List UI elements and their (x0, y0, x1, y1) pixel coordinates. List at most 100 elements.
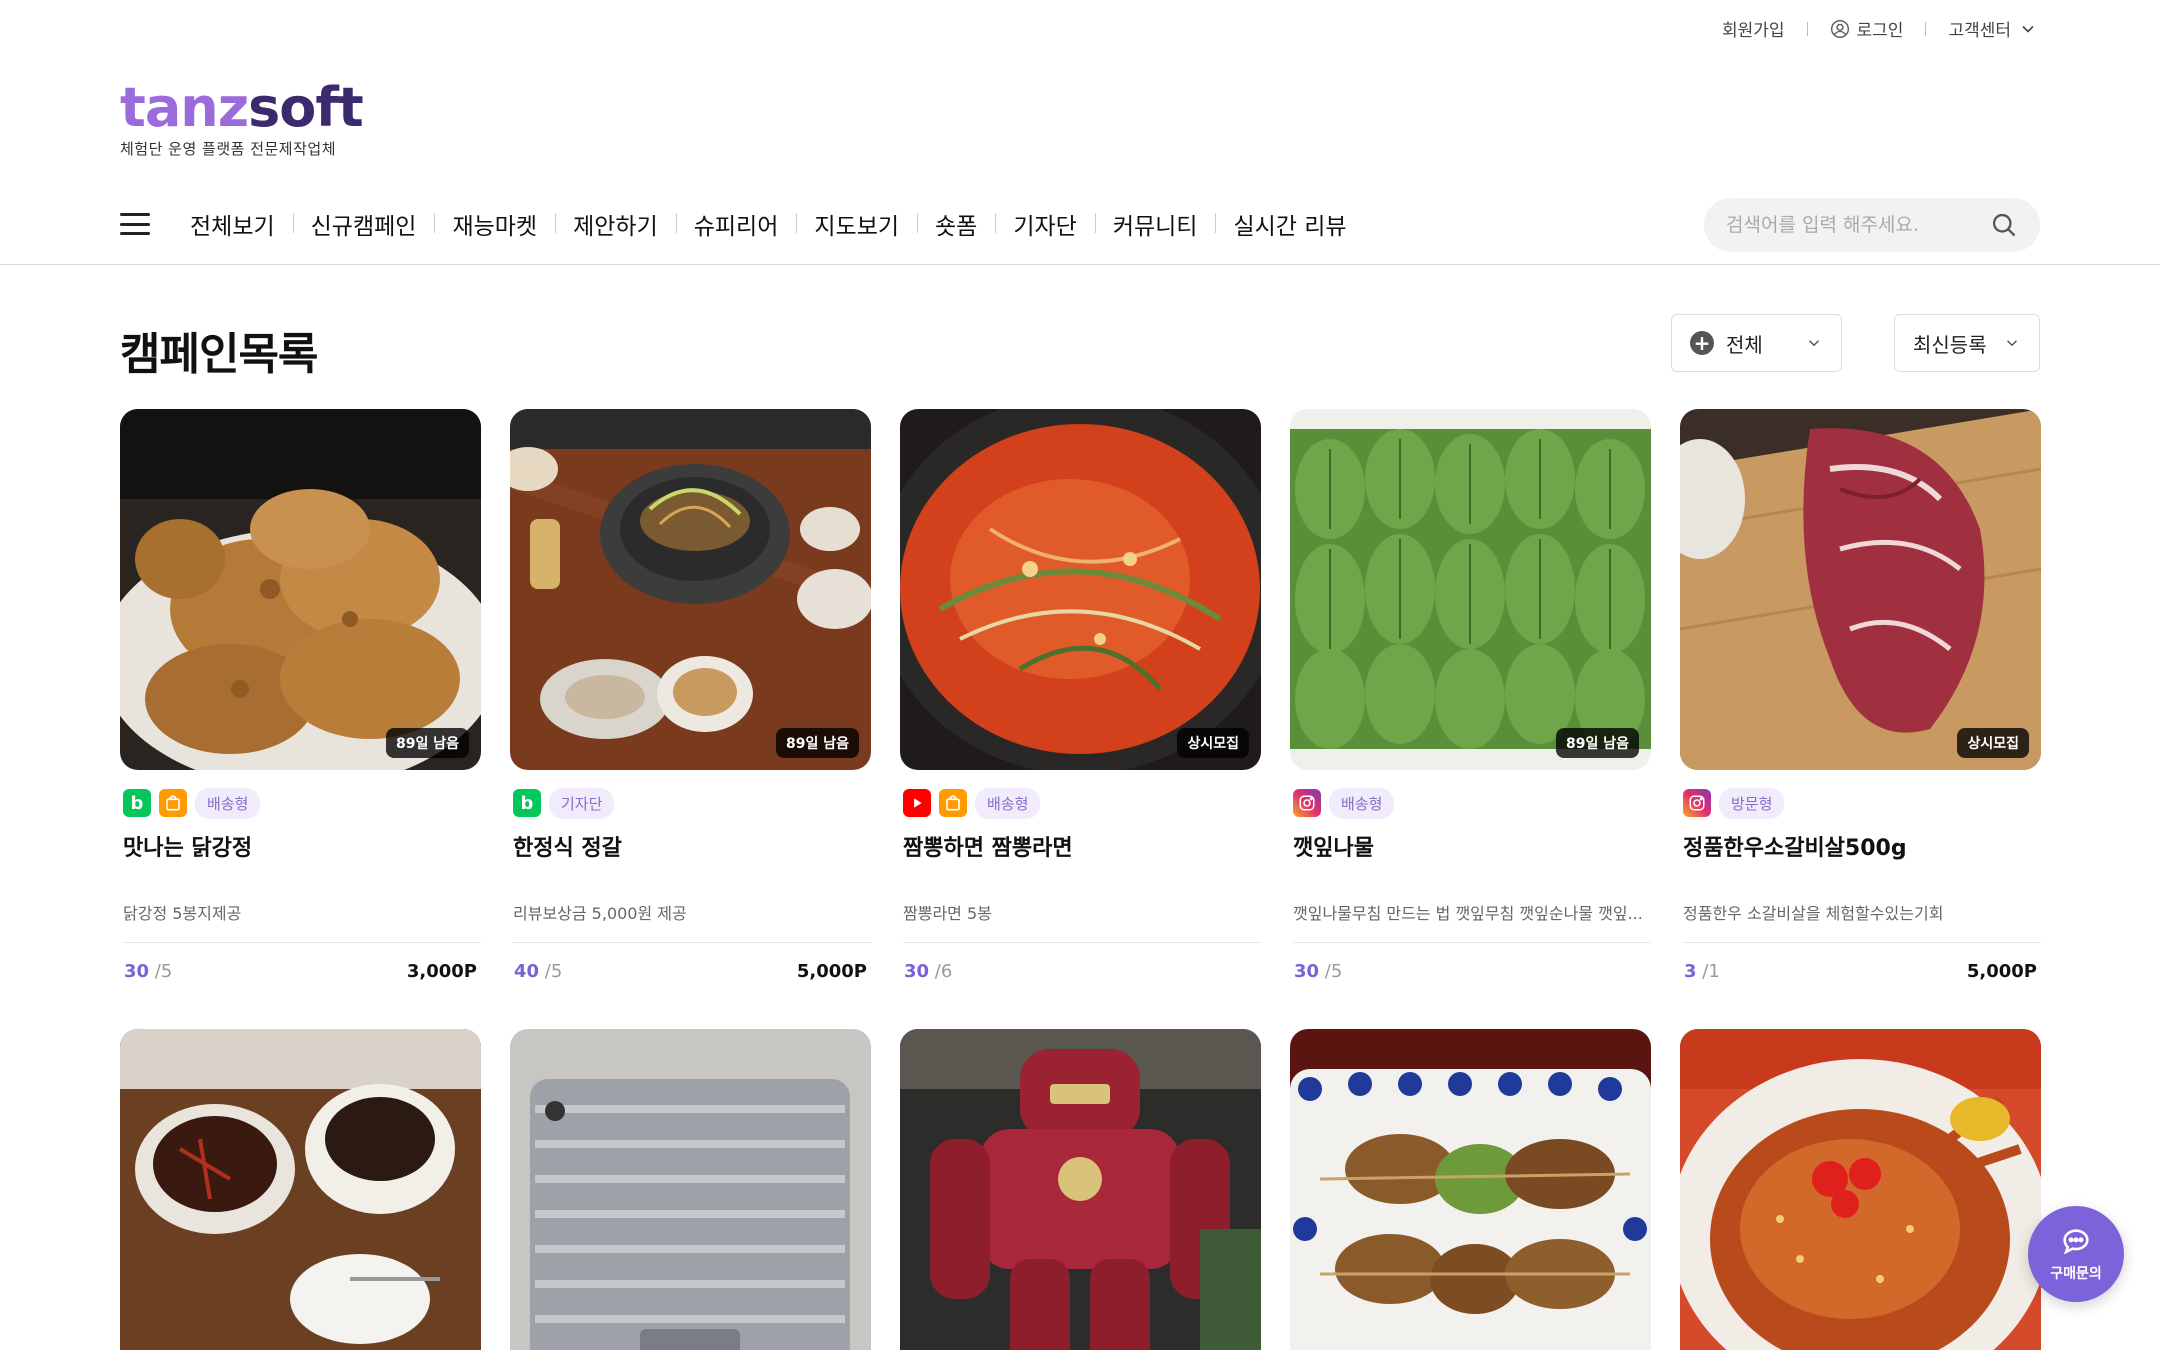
reward-points: 5,000P (796, 961, 867, 982)
logo[interactable]: tanzsoft 체험단 운영 플랫폼 전문제작업체 (120, 80, 364, 159)
instagram-icon (1683, 789, 1711, 817)
campaign-title[interactable]: 정품한우소갈비살500g (1683, 830, 2041, 862)
logo-wordmark: tanzsoft (120, 80, 364, 136)
login-link[interactable]: 로그인 (1830, 16, 1904, 41)
beef-rib-photo (1680, 409, 2041, 770)
main-nav: 전체보기 신규캠페인 재능마켓 제안하기 슈피리어 지도보기 숏폼 기자단 커뮤… (120, 204, 1365, 244)
channel-badges: 배송형 (903, 787, 1261, 819)
campaign-image[interactable]: 89일 남음 (1290, 409, 1651, 770)
signup-link[interactable]: 회원가입 (1722, 16, 1785, 41)
campaign-type-tag: 배송형 (1329, 787, 1395, 819)
campaign-image[interactable] (1290, 1029, 1651, 1350)
search-bar (1704, 198, 2040, 252)
channel-badges: 배송형 (1293, 787, 1651, 819)
campaign-footer: 30 /5 (1290, 961, 1651, 982)
campaign-image[interactable]: 상시모집 (900, 409, 1261, 770)
korean-table-photo (510, 409, 871, 770)
applicant-count: 40 /5 (514, 961, 562, 982)
user-circle-icon (1830, 19, 1849, 38)
campaign-image[interactable] (900, 1029, 1261, 1350)
nav-item-new-campaign[interactable]: 신규캠페인 (292, 207, 435, 241)
nav-item-community[interactable]: 커뮤니티 (1094, 207, 1216, 241)
nav-item-reporters[interactable]: 기자단 (995, 207, 1094, 241)
campaign-image[interactable] (1680, 1029, 2041, 1350)
chevron-down-icon (1808, 340, 1820, 347)
search-icon[interactable] (1990, 211, 2018, 239)
period-badge: 89일 남음 (1556, 728, 1639, 758)
campaign-card[interactable] (900, 1029, 1261, 1350)
campaign-card[interactable]: 상시모집 방문형 정품한우소갈비살500g 정품한우 소갈비살을 체험할수있는기… (1680, 409, 2041, 982)
nav-item-superior[interactable]: 슈피리어 (675, 207, 797, 241)
campaign-card[interactable]: 89일 남음 b 기자단 한정식 정갈 리뷰보상금 5,000원 제공 40 /… (510, 409, 871, 982)
sort-value: 최신등록 (1913, 332, 1987, 357)
campaign-title[interactable]: 깻잎나물 (1293, 830, 1651, 862)
recruit-total: /5 (1324, 961, 1343, 982)
campaign-title[interactable]: 짬뽕하면 짬뽕라면 (903, 830, 1261, 862)
campaign-card[interactable] (1680, 1029, 2041, 1350)
divider (1925, 21, 1927, 36)
page-title: 캠페인목록 (120, 329, 318, 380)
yakitori-photo (1290, 1029, 1651, 1350)
recruit-total: /6 (934, 961, 953, 982)
channel-badges: b 기자단 (513, 787, 871, 819)
chevron-down-icon (2006, 340, 2018, 347)
campaign-image[interactable]: 89일 남음 (510, 409, 871, 770)
crab-dish-photo (1680, 1029, 2041, 1350)
applicant-count: 30 /6 (904, 961, 952, 982)
campaign-type-tag: 방문형 (1719, 787, 1785, 819)
campaign-image[interactable] (510, 1029, 871, 1350)
youtube-icon (903, 789, 931, 817)
fried-chicken-photo (120, 409, 481, 770)
nav-item-talent-market[interactable]: 재능마켓 (434, 207, 555, 241)
campaign-description: 리뷰보상금 5,000원 제공 (513, 900, 871, 943)
campaign-card[interactable]: 상시모집 배송형 짬뽕하면 짬뽕라면 짬뽕라면 5봉 30 /6 (900, 409, 1261, 982)
campaign-card[interactable] (1290, 1029, 1651, 1350)
recruit-total: /5 (154, 961, 173, 982)
reward-points: 5,000P (1966, 961, 2037, 982)
campaign-description: 닭강정 5봉지제공 (123, 900, 481, 943)
purchase-inquiry-button[interactable]: 구매문의 (2028, 1206, 2124, 1302)
nav-item-live-review[interactable]: 실시간 리뷰 (1215, 207, 1364, 241)
nav-item-all[interactable]: 전체보기 (172, 207, 293, 241)
campaign-title[interactable]: 한정식 정갈 (513, 830, 871, 862)
type-filter-value: 전체 (1726, 332, 1763, 357)
campaign-image[interactable]: 상시모집 (1680, 409, 2041, 770)
campaign-footer: 30 /6 (900, 961, 1261, 982)
campaign-card[interactable] (510, 1029, 871, 1350)
jjamppong-ramen-photo (900, 409, 1261, 770)
applicant-count-value: 30 (124, 961, 150, 982)
campaign-footer: 3 /1 5,000P (1680, 961, 2041, 982)
support-menu[interactable]: 고객센터 (1948, 16, 2038, 41)
support-label: 고객센터 (1948, 21, 2011, 41)
login-label: 로그인 (1856, 21, 1904, 41)
campaign-description: 짬뽕라면 5봉 (903, 900, 1261, 943)
hulkbuster-figure-photo (900, 1029, 1261, 1350)
nav-item-propose[interactable]: 제안하기 (555, 207, 676, 241)
type-filter-dropdown[interactable]: + 전체 (1671, 314, 1842, 372)
channel-badges: b 배송형 (123, 787, 481, 819)
perilla-leaves-photo (1290, 409, 1651, 770)
campaign-card[interactable]: 89일 남음 b 배송형 맛나는 닭강정 닭강정 5봉지제공 30 /5 3,0… (120, 409, 481, 982)
campaign-title[interactable]: 맛나는 닭강정 (123, 830, 481, 862)
campaign-card[interactable] (120, 1029, 481, 1350)
campaign-footer: 40 /5 5,000P (510, 961, 871, 982)
campaign-type-tag: 기자단 (549, 787, 615, 819)
search-input[interactable] (1726, 214, 1990, 236)
hamburger-menu-icon[interactable] (120, 213, 150, 235)
applicant-count-value: 30 (1294, 961, 1320, 982)
period-badge: 상시모집 (1957, 728, 2029, 758)
nav-item-map[interactable]: 지도보기 (796, 207, 917, 241)
campaign-description: 정품한우 소갈비살을 체험할수있는기회 (1683, 900, 2041, 943)
nav-item-shortform[interactable]: 숏폼 (917, 207, 995, 241)
campaign-card[interactable]: 89일 남음 배송형 깻잎나물 깻잎나물무침 만드는 법 깻잎무침 깻잎순나물 … (1290, 409, 1651, 982)
applicant-count-value: 30 (904, 961, 930, 982)
sort-dropdown[interactable]: 최신등록 (1894, 314, 2040, 372)
campaign-image[interactable]: 89일 남음 (120, 409, 481, 770)
campaign-image[interactable] (120, 1029, 481, 1350)
plus-circle-icon: + (1690, 331, 1714, 355)
applicant-count-value: 3 (1684, 961, 1697, 982)
shopping-bag-icon (939, 789, 967, 817)
channel-badges: 방문형 (1683, 787, 2041, 819)
recruit-total: /5 (544, 961, 563, 982)
campaign-type-tag: 배송형 (975, 787, 1041, 819)
